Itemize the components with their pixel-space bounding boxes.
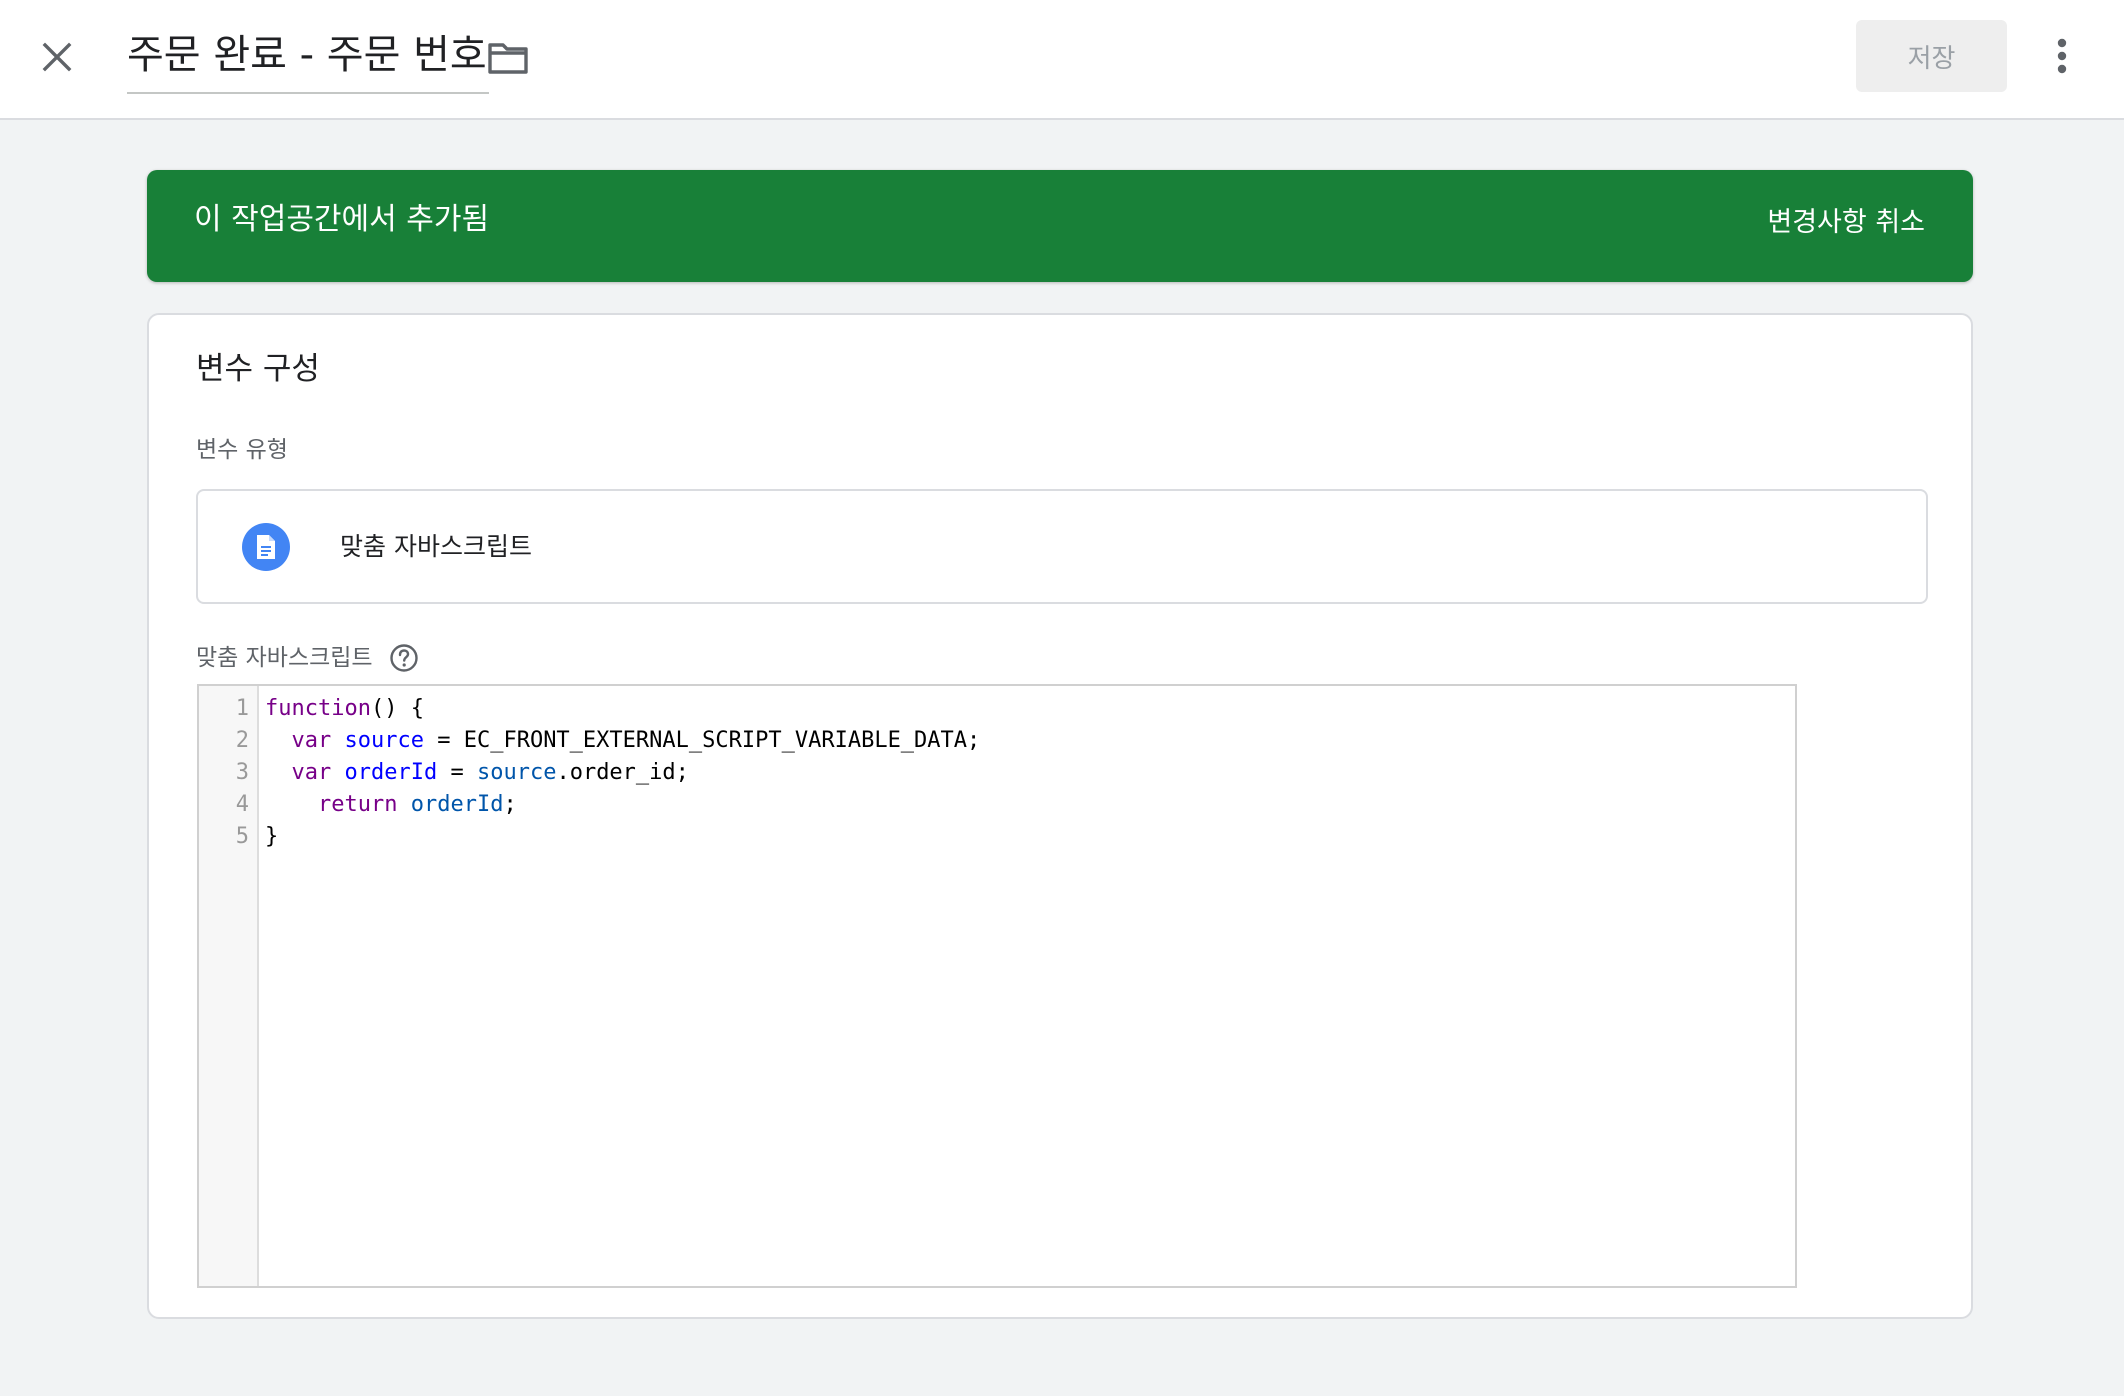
code-token: .order_id; (556, 760, 689, 785)
more-options-button[interactable] (2040, 30, 2084, 82)
code-line: return orderId; (265, 789, 980, 821)
code-token: orderId (410, 792, 504, 817)
custom-javascript-label: 맞춤 자바스크립트 (196, 645, 373, 671)
variable-name-title[interactable]: 주문 완료 - 주문 번호 (127, 26, 489, 94)
close-icon (42, 42, 72, 72)
variable-type-name: 맞춤 자바스크립트 (340, 532, 532, 561)
code-token: } (265, 824, 279, 849)
variable-configuration-card: 변수 구성 변수 유형 맞춤 자바스크립트 맞춤 자바스크립트 1 2 3 4 5 fu… (147, 313, 1973, 1319)
code-line: var orderId = source.order_id; (265, 757, 980, 789)
code-token: var (291, 760, 332, 785)
code-token: var (291, 728, 332, 753)
save-button[interactable]: 저장 (1856, 20, 2007, 92)
code-token: = EC_FRONT_EXTERNAL_SCRIPT_VARIABLE_DATA… (423, 728, 981, 753)
code-token: () { (370, 696, 424, 721)
code-token: orderId (344, 760, 438, 785)
help-icon[interactable] (389, 643, 419, 673)
line-number: 5 (235, 824, 249, 849)
code-line: function() { (265, 693, 980, 725)
variable-type-label: 변수 유형 (196, 437, 288, 463)
code-token: = (437, 760, 477, 785)
card-title: 변수 구성 (196, 351, 320, 387)
more-vert-icon (2057, 38, 2067, 74)
line-number: 1 (235, 696, 249, 721)
workspace-status-banner: 이 작업공간에서 추가됨 변경사항 취소 (147, 170, 1973, 282)
line-number: 3 (235, 760, 249, 785)
variable-type-selector[interactable]: 맞춤 자바스크립트 (196, 489, 1928, 604)
line-number: 4 (235, 792, 249, 817)
code-token: source (476, 760, 557, 785)
code-token: return (317, 792, 398, 817)
folder-icon (488, 43, 528, 74)
code-content[interactable]: function() { var source = EC_FRONT_EXTER… (265, 693, 980, 853)
line-number-gutter: 1 2 3 4 5 (199, 686, 259, 1286)
line-number: 2 (235, 728, 249, 753)
code-editor[interactable]: 1 2 3 4 5 function() { var source = EC_FRONT… (197, 684, 1797, 1288)
code-line: } (265, 821, 980, 853)
document-icon (242, 523, 290, 571)
top-bar: 주문 완료 - 주문 번호 저장 (0, 0, 2124, 120)
folder-button[interactable] (484, 36, 532, 80)
code-token: ; (503, 792, 517, 817)
code-token: source (344, 728, 424, 753)
close-button[interactable] (30, 30, 84, 84)
code-token: function (265, 696, 371, 721)
discard-changes-link[interactable]: 변경사항 취소 (1767, 203, 1925, 243)
code-line: var source = EC_FRONT_EXTERNAL_SCRIPT_VA… (265, 725, 981, 757)
banner-message: 이 작업공간에서 추가됨 (194, 202, 490, 237)
